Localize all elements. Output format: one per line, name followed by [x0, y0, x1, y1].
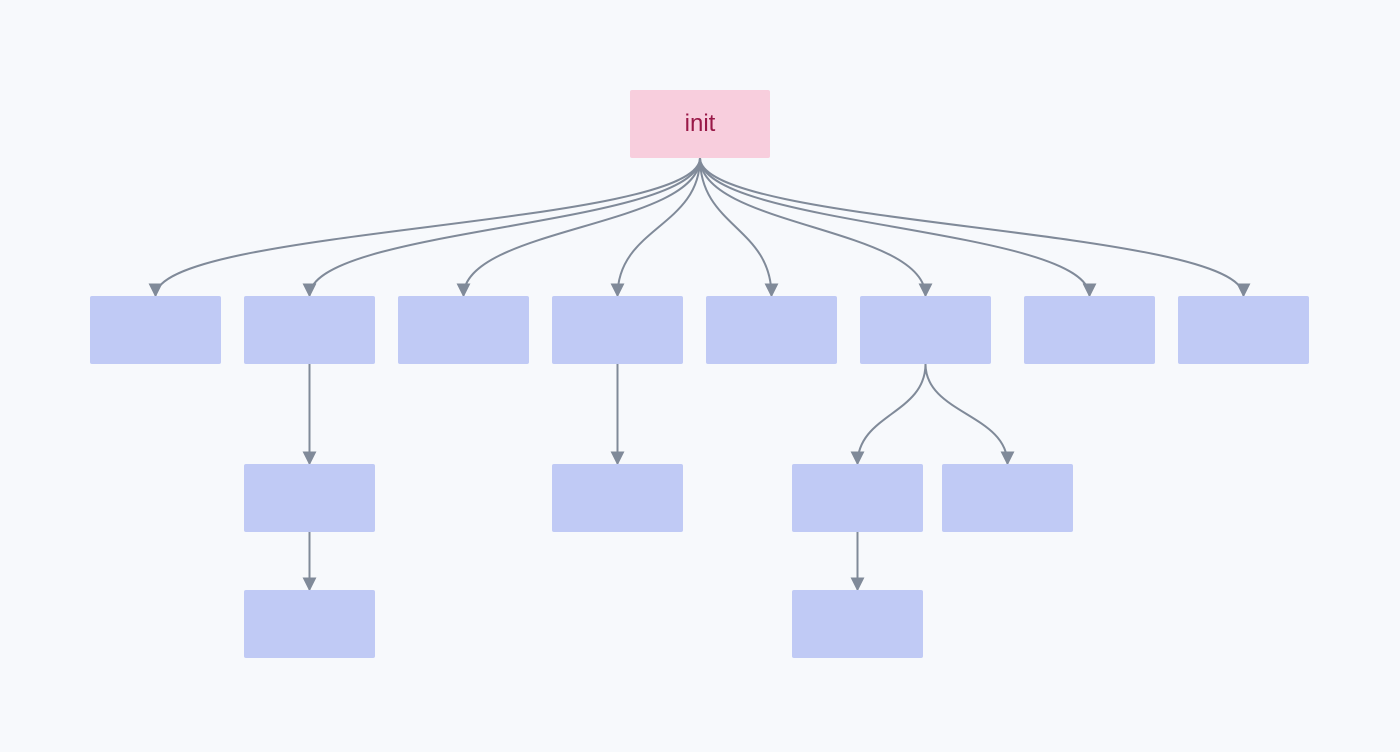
node-n2 — [244, 296, 375, 364]
node-n2a — [244, 464, 375, 532]
edge-init-to-n2 — [310, 158, 701, 296]
node-n6a — [792, 464, 923, 532]
edge-init-to-n1 — [156, 158, 701, 296]
node-n6 — [860, 296, 991, 364]
node-n5 — [706, 296, 837, 364]
node-n4a — [552, 464, 683, 532]
node-n7 — [1024, 296, 1155, 364]
node-n6a2 — [792, 590, 923, 658]
edge-n6-to-n6a — [858, 364, 926, 464]
node-n1 — [90, 296, 221, 364]
node-n6b — [942, 464, 1073, 532]
edge-init-to-n3 — [464, 158, 701, 296]
edge-init-to-n7 — [700, 158, 1090, 296]
edge-init-to-n5 — [700, 158, 772, 296]
edge-init-to-n6 — [700, 158, 926, 296]
edge-init-to-n4 — [618, 158, 701, 296]
process-tree-diagram: init — [0, 0, 1400, 752]
node-n8 — [1178, 296, 1309, 364]
node-label: init — [685, 110, 716, 138]
node-n3 — [398, 296, 529, 364]
edge-init-to-n8 — [700, 158, 1244, 296]
node-n4 — [552, 296, 683, 364]
edge-n6-to-n6b — [926, 364, 1008, 464]
node-init: init — [630, 90, 770, 158]
node-n2b — [244, 590, 375, 658]
